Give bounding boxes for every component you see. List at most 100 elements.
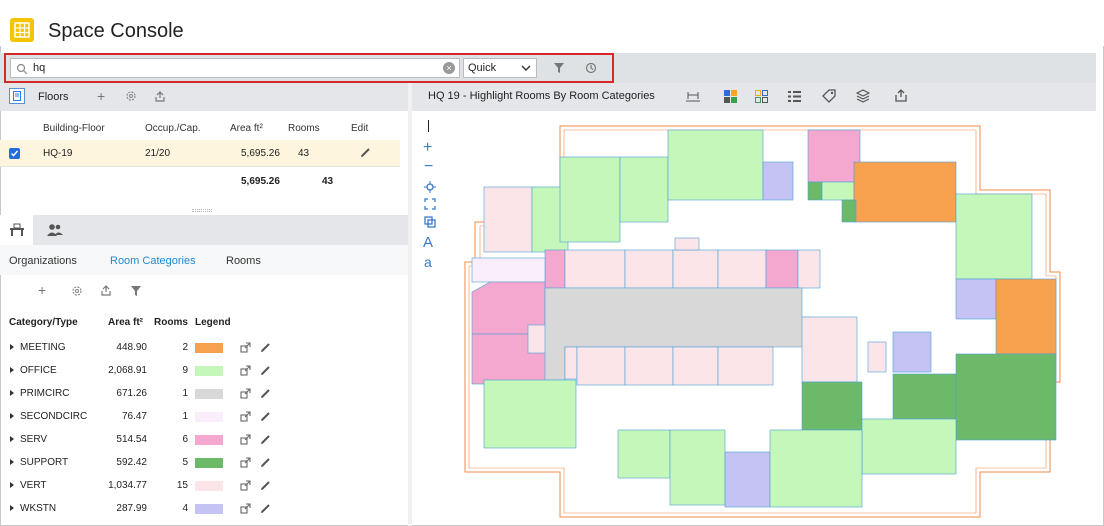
open-external-icon[interactable] bbox=[240, 434, 251, 445]
category-area: 2,068.91 bbox=[108, 365, 147, 376]
export-icon[interactable] bbox=[154, 90, 166, 102]
settings-icon[interactable] bbox=[71, 285, 83, 297]
legend-swatch[interactable] bbox=[195, 504, 223, 514]
floors-toggle-icon[interactable] bbox=[9, 88, 25, 104]
legend-swatch[interactable] bbox=[195, 458, 223, 468]
category-rooms: 9 bbox=[182, 365, 188, 376]
legend-swatch[interactable] bbox=[195, 435, 223, 445]
edit-pencil-icon[interactable] bbox=[260, 480, 271, 491]
vertical-splitter[interactable] bbox=[408, 83, 412, 526]
edit-pencil-icon[interactable] bbox=[260, 388, 271, 399]
legend-swatch[interactable] bbox=[195, 343, 223, 353]
map-title: HQ 19 - Highlight Rooms By Room Categori… bbox=[428, 90, 655, 102]
tab-room-categories[interactable]: Room Categories bbox=[110, 255, 196, 267]
app-logo-icon bbox=[10, 18, 34, 42]
list-legend-icon[interactable] bbox=[788, 90, 801, 103]
category-area: 76.47 bbox=[121, 411, 147, 422]
view-tabs-bar bbox=[0, 215, 408, 245]
category-rooms: 2 bbox=[182, 342, 188, 353]
edit-pencil-icon[interactable] bbox=[260, 434, 271, 445]
desk-icon bbox=[10, 223, 24, 236]
category-area: 671.26 bbox=[116, 388, 147, 399]
legend-swatch[interactable] bbox=[195, 366, 223, 376]
category-rooms: 6 bbox=[182, 434, 188, 445]
edit-pencil-icon[interactable] bbox=[260, 457, 271, 468]
total-rooms: 43 bbox=[322, 176, 334, 187]
floors-panel-header: Floors + bbox=[0, 83, 408, 111]
map-panel-header: HQ 19 - Highlight Rooms By Room Categori… bbox=[412, 83, 1096, 111]
tag-icon[interactable] bbox=[822, 89, 836, 103]
app-header: Space Console bbox=[0, 0, 1104, 46]
category-name: MEETING bbox=[20, 342, 66, 353]
open-external-icon[interactable] bbox=[240, 342, 251, 353]
col-area[interactable]: Area ft² bbox=[230, 123, 263, 134]
category-name: SERV bbox=[20, 434, 48, 445]
settings-icon[interactable] bbox=[125, 90, 137, 102]
category-name: OFFICE bbox=[20, 365, 57, 376]
col-occupancy[interactable]: Occup./Cap. bbox=[145, 123, 201, 134]
open-external-icon[interactable] bbox=[240, 503, 251, 514]
category-rooms: 4 bbox=[182, 503, 188, 514]
tab-space[interactable] bbox=[0, 215, 33, 245]
edit-pencil-icon[interactable] bbox=[360, 147, 371, 158]
category-area: 287.99 bbox=[116, 503, 147, 514]
people-icon[interactable] bbox=[46, 223, 64, 237]
category-name: WKSTN bbox=[20, 503, 57, 514]
category-area: 592.42 bbox=[116, 457, 147, 468]
expand-caret-icon[interactable] bbox=[10, 344, 14, 350]
expand-caret-icon[interactable] bbox=[10, 459, 14, 465]
search-highlight-box bbox=[4, 53, 614, 83]
measure-icon[interactable] bbox=[685, 89, 701, 103]
expand-caret-icon[interactable] bbox=[10, 482, 14, 488]
filter-icon[interactable] bbox=[130, 285, 142, 297]
expand-caret-icon[interactable] bbox=[10, 505, 14, 511]
edit-pencil-icon[interactable] bbox=[260, 503, 271, 514]
open-external-icon[interactable] bbox=[240, 365, 251, 376]
horizontal-splitter-grip[interactable] bbox=[192, 209, 212, 212]
grid-outline-icon[interactable] bbox=[755, 90, 768, 103]
tab-organizations[interactable]: Organizations bbox=[9, 255, 77, 267]
legend-swatch[interactable] bbox=[195, 481, 223, 491]
category-name: PRIMCIRC bbox=[20, 388, 70, 399]
open-external-icon[interactable] bbox=[240, 457, 251, 468]
open-external-icon[interactable] bbox=[240, 411, 251, 422]
category-subtabs: Organizations Room Categories Rooms bbox=[0, 245, 408, 275]
share-icon[interactable] bbox=[894, 88, 908, 102]
legend-swatch[interactable] bbox=[195, 389, 223, 399]
row-checkbox[interactable] bbox=[9, 148, 20, 159]
tab-rooms[interactable]: Rooms bbox=[226, 255, 261, 267]
category-rooms: 1 bbox=[182, 411, 188, 422]
col-rooms[interactable]: Rooms bbox=[288, 123, 320, 134]
floors-panel-title: Floors bbox=[38, 91, 69, 103]
app-title: Space Console bbox=[48, 20, 184, 42]
edit-pencil-icon[interactable] bbox=[260, 342, 271, 353]
expand-caret-icon[interactable] bbox=[10, 367, 14, 373]
open-external-icon[interactable] bbox=[240, 388, 251, 399]
row-divider bbox=[0, 166, 400, 167]
category-rooms: 1 bbox=[182, 388, 188, 399]
rooms-cell: 43 bbox=[298, 148, 310, 159]
col-legend: Legend bbox=[195, 317, 231, 328]
floor-cell: HQ-19 bbox=[43, 148, 73, 159]
floor-plan-map[interactable] bbox=[420, 112, 1096, 524]
col-category-type: Category/Type bbox=[9, 317, 78, 328]
legend-swatch[interactable] bbox=[195, 412, 223, 422]
add-icon[interactable]: + bbox=[97, 88, 105, 104]
add-category-icon[interactable]: + bbox=[38, 282, 46, 298]
expand-caret-icon[interactable] bbox=[10, 436, 14, 442]
col-category-area: Area ft² bbox=[108, 317, 144, 328]
edit-pencil-icon[interactable] bbox=[260, 365, 271, 376]
col-building-floor[interactable]: Building-Floor bbox=[43, 123, 105, 134]
export-icon[interactable] bbox=[100, 284, 112, 296]
edit-pencil-icon[interactable] bbox=[260, 411, 271, 422]
color-grid-icon[interactable] bbox=[724, 90, 737, 103]
category-area: 1,034.77 bbox=[108, 480, 147, 491]
category-name: SUPPORT bbox=[20, 457, 69, 468]
open-external-icon[interactable] bbox=[240, 480, 251, 491]
category-rooms: 15 bbox=[176, 480, 188, 491]
expand-caret-icon[interactable] bbox=[10, 390, 14, 396]
occupancy-cell: 21/20 bbox=[145, 148, 171, 159]
area-cell: 5,695.26 bbox=[241, 148, 280, 159]
expand-caret-icon[interactable] bbox=[10, 413, 14, 419]
layers-icon[interactable] bbox=[856, 89, 870, 103]
